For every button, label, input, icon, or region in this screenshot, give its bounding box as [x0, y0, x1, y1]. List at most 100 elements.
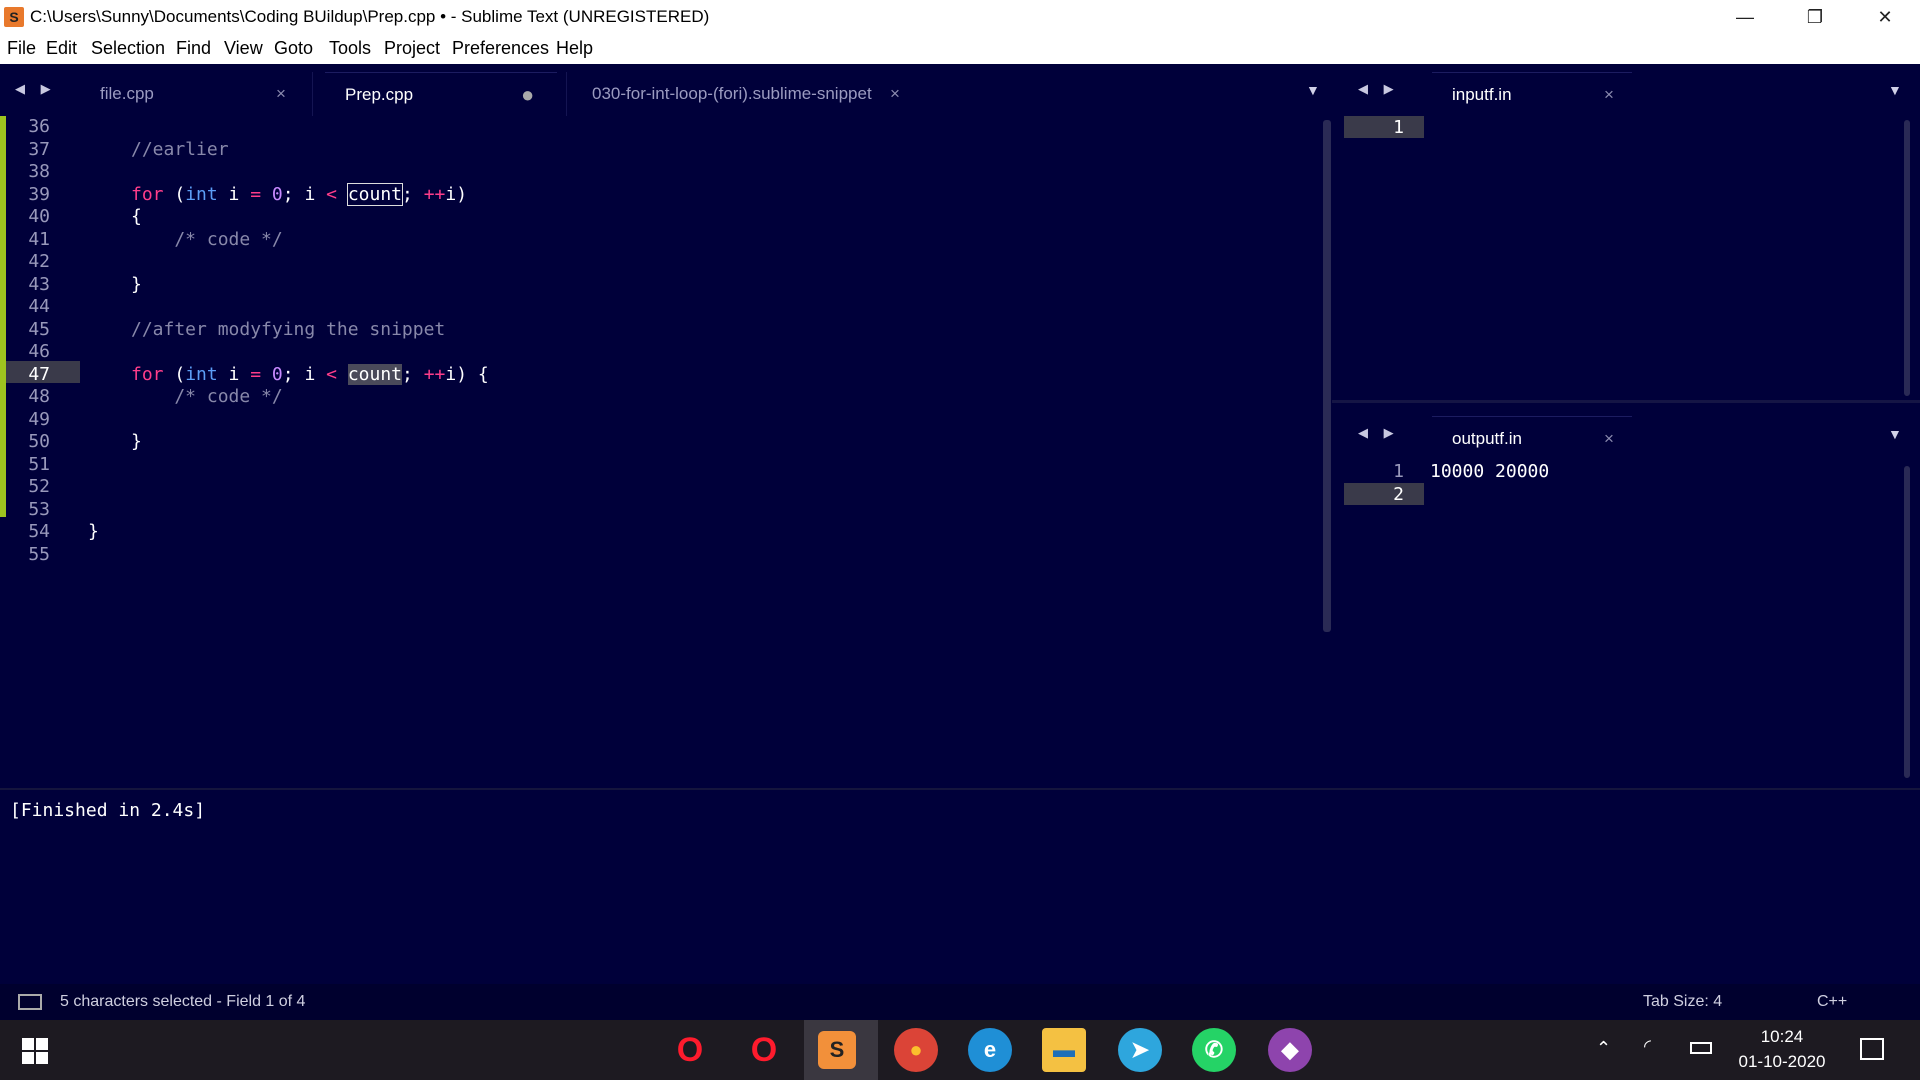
- tab-label: outputf.in: [1452, 429, 1522, 448]
- opera-icon[interactable]: O: [668, 1028, 712, 1072]
- code-line: 45//after modyfying the snippet: [28, 318, 446, 340]
- code-line: 54}: [28, 521, 99, 542]
- code-line: 46: [28, 341, 50, 362]
- code-editor[interactable]: 36 37//earlier 38 39 for (int i = 0; i < …: [0, 116, 1328, 780]
- left-tab-bar: ◀ ▶ file.cpp × Prep.cpp ● 030-for-int-lo…: [0, 64, 1328, 116]
- clock-time[interactable]: 10:24: [1732, 1027, 1832, 1047]
- clock-date[interactable]: 01-10-2020: [1732, 1052, 1832, 1072]
- tab-label: inputf.in: [1452, 85, 1512, 104]
- wifi-icon[interactable]: ◜: [1644, 1036, 1651, 1057]
- code-line: 43}: [28, 273, 142, 295]
- pane-divider[interactable]: [1332, 400, 1920, 403]
- tab-separator: [566, 72, 567, 116]
- tab-scroll-arrows[interactable]: ◀ ▶: [1358, 81, 1400, 97]
- tab-inputf-in[interactable]: inputf.in ×: [1432, 72, 1632, 116]
- opera-gx-icon[interactable]: O: [742, 1028, 786, 1072]
- status-message: 5 characters selected - Field 1 of 4: [60, 993, 306, 1010]
- code-line: 51: [28, 453, 50, 475]
- close-window-button[interactable]: ✕: [1850, 0, 1920, 34]
- tab-dropdown-icon[interactable]: ▼: [1306, 82, 1320, 98]
- menu-file[interactable]: File: [7, 38, 36, 59]
- tab-prep-cpp[interactable]: Prep.cpp ●: [325, 72, 557, 116]
- code-line: 49: [28, 408, 50, 430]
- code-line: 44: [28, 296, 50, 317]
- code-line: 36: [28, 116, 50, 137]
- battery-icon[interactable]: [1690, 1042, 1712, 1054]
- editor-scrollbar[interactable]: [1323, 120, 1331, 632]
- line-number: 2: [1393, 484, 1404, 505]
- chrome-icon[interactable]: ●: [894, 1028, 938, 1072]
- tab-close-button[interactable]: ×: [276, 72, 286, 116]
- tab-scroll-arrows[interactable]: ◀ ▶: [1358, 425, 1400, 441]
- sublime-text-icon[interactable]: S: [818, 1031, 856, 1069]
- whatsapp-icon[interactable]: ✆: [1192, 1028, 1236, 1072]
- menu-bar: File Edit Selection Find View Goto Tools…: [0, 34, 1920, 64]
- input-pane[interactable]: 1: [1332, 116, 1920, 396]
- menu-goto[interactable]: Goto: [274, 38, 313, 59]
- menu-preferences[interactable]: Preferences: [452, 38, 549, 59]
- tab-file-cpp[interactable]: file.cpp ×: [80, 72, 305, 116]
- tab-label: 030-for-int-loop-(fori).sublime-snippet: [592, 84, 872, 103]
- windows-start-icon[interactable]: [22, 1038, 48, 1064]
- notification-icon[interactable]: [1860, 1038, 1884, 1060]
- tab-label: Prep.cpp: [345, 85, 414, 104]
- code-line: 41 /* code */: [28, 228, 283, 250]
- edge-icon[interactable]: e: [968, 1028, 1012, 1072]
- unsaved-dot-icon[interactable]: ●: [521, 73, 534, 117]
- windows-taskbar: O O S ● e ▬ ➤ ✆ ◆ ⌃ ◜ 10:24 01-10-2020: [0, 1020, 1920, 1080]
- output-file-pane[interactable]: 1 10000 20000 2: [1332, 460, 1920, 780]
- tab-snippet[interactable]: 030-for-int-loop-(fori).sublime-snippet …: [572, 72, 932, 116]
- line-number: 1: [1393, 461, 1404, 482]
- build-output-text: [Finished in 2.4s]: [10, 800, 206, 821]
- output-scrollbar[interactable]: [1904, 466, 1910, 778]
- code-line: 52: [28, 476, 50, 497]
- build-output-panel[interactable]: [Finished in 2.4s]: [0, 788, 1920, 984]
- chevron-up-icon[interactable]: ⌃: [1596, 1038, 1611, 1059]
- minimize-button[interactable]: —: [1710, 0, 1780, 34]
- tab-label: file.cpp: [100, 84, 154, 103]
- menu-selection[interactable]: Selection: [91, 38, 165, 59]
- tab-close-button[interactable]: ×: [890, 72, 900, 116]
- menu-help[interactable]: Help: [556, 38, 593, 59]
- tab-close-button[interactable]: ×: [1604, 417, 1614, 461]
- telegram-icon[interactable]: ➤: [1118, 1028, 1162, 1072]
- code-line: 55: [28, 543, 50, 565]
- input-scrollbar[interactable]: [1904, 120, 1910, 396]
- code-line: 47 for (int i = 0; i < count; ++i) {: [28, 363, 489, 385]
- output-tab-bar: ◀ ▶ outputf.in × ▼: [1332, 408, 1920, 460]
- tab-size-indicator[interactable]: Tab Size: 4: [1643, 993, 1722, 1011]
- tab-separator: [312, 72, 313, 116]
- code-line: 38: [28, 161, 50, 182]
- menu-view[interactable]: View: [224, 38, 263, 59]
- snippet-field-count[interactable]: count: [346, 182, 404, 206]
- title-bar: S C:\Users\Sunny\Documents\Coding BUildu…: [0, 0, 1920, 34]
- menu-project[interactable]: Project: [384, 38, 440, 59]
- tab-outputf-in[interactable]: outputf.in ×: [1432, 416, 1632, 460]
- code-line: 48 /* code */: [28, 386, 283, 407]
- selected-text-count[interactable]: count: [347, 363, 402, 385]
- tab-close-button[interactable]: ×: [1604, 73, 1614, 117]
- line-number: 1: [1393, 117, 1404, 138]
- code-line: 40{: [28, 206, 142, 227]
- sublime-text-icon: S: [4, 7, 24, 27]
- code-line: 53: [28, 498, 50, 520]
- code-line: 39 for (int i = 0; i < count; ++i): [28, 182, 468, 206]
- restore-button[interactable]: ❐: [1780, 0, 1850, 34]
- output-line: 10000 20000: [1430, 461, 1550, 482]
- menu-find[interactable]: Find: [176, 38, 211, 59]
- file-explorer-icon[interactable]: ▬: [1042, 1028, 1086, 1072]
- panel-toggle-icon[interactable]: [18, 994, 42, 1010]
- tab-dropdown-icon[interactable]: ▼: [1888, 426, 1902, 442]
- status-bar: 5 characters selected - Field 1 of 4 Tab…: [0, 984, 1920, 1020]
- tab-dropdown-icon[interactable]: ▼: [1888, 82, 1902, 98]
- menu-edit[interactable]: Edit: [46, 38, 77, 59]
- menu-tools[interactable]: Tools: [329, 38, 371, 59]
- window-title: C:\Users\Sunny\Documents\Coding BUildup\…: [30, 7, 710, 26]
- tab-scroll-arrows[interactable]: ◀ ▶: [15, 81, 57, 97]
- github-icon[interactable]: ◆: [1268, 1028, 1312, 1072]
- code-line: 37//earlier: [28, 138, 229, 160]
- syntax-indicator[interactable]: C++: [1817, 993, 1847, 1011]
- input-tab-bar: ◀ ▶ inputf.in × ▼: [1332, 64, 1920, 116]
- code-line: 50}: [28, 431, 142, 452]
- code-line: 42: [28, 251, 50, 272]
